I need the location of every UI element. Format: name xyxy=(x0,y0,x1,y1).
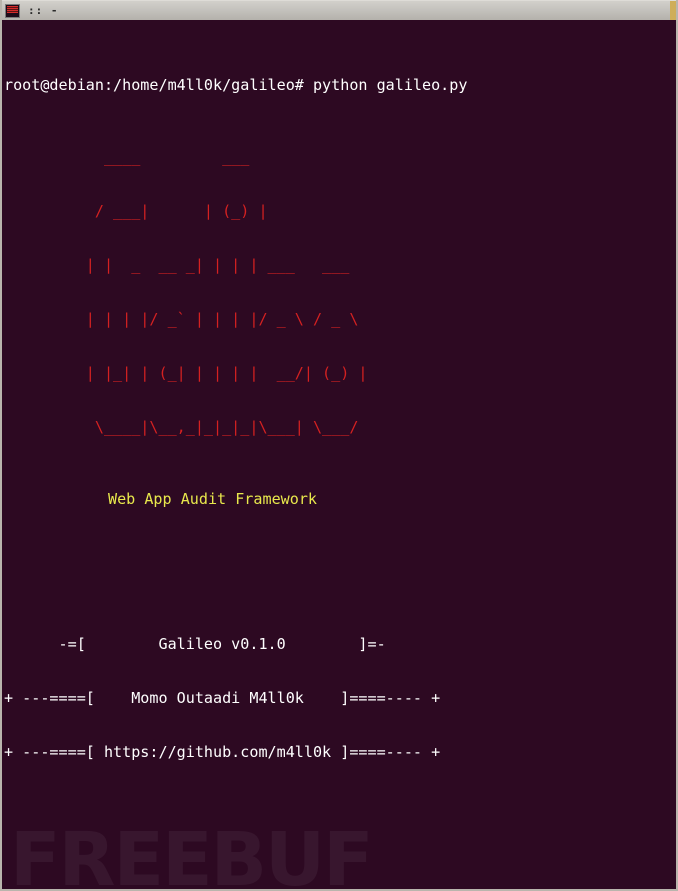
banner-subtitle: Web App Audit Framework xyxy=(108,490,318,509)
window-title: :: - xyxy=(28,4,59,17)
info-line-url: + ---====[ https://github.com/m4ll0k ]==… xyxy=(4,742,441,761)
shell-prompt-line: root@debian:/home/m4ll0k/galileo# python… xyxy=(4,76,468,95)
info-line-author: + ---====[ Momo Outaadi M4ll0k ]====----… xyxy=(4,688,441,707)
terminal-body[interactable]: FREEBUF root@debian:/home/m4ll0k/galileo… xyxy=(2,20,676,889)
window-titlebar[interactable]: :: - xyxy=(2,0,676,20)
banner-line-1: ____ ___ xyxy=(4,148,377,167)
module-count: [4] xyxy=(4,887,31,889)
info-line-version: -=[ Galileo v0.1.0 ]=- xyxy=(4,634,386,653)
terminal-screen: root@debian:/home/m4ll0k/galileo# python… xyxy=(4,22,676,889)
terminal-window: :: - FREEBUF root@debian:/home/m4ll0k/ga… xyxy=(0,0,678,891)
banner-line-5: | |_| | (_| | | | | __/| (_) | xyxy=(4,364,368,383)
terminal-icon xyxy=(5,3,20,18)
banner-line-3: | | _ __ _| | | | ___ ___ xyxy=(4,256,368,275)
banner-line-2: / ___| | (_) | xyxy=(4,202,368,221)
banner-line-4: | | | |/ _` | | | |/ _ \ / _ \ xyxy=(4,310,368,329)
module-row-disclosure: [4]Disclosure modules xyxy=(4,887,676,889)
banner-line-6: \____|\__,_|_|_|_|\___| \___/ xyxy=(4,418,368,437)
module-label: Disclosure modules xyxy=(31,887,204,889)
